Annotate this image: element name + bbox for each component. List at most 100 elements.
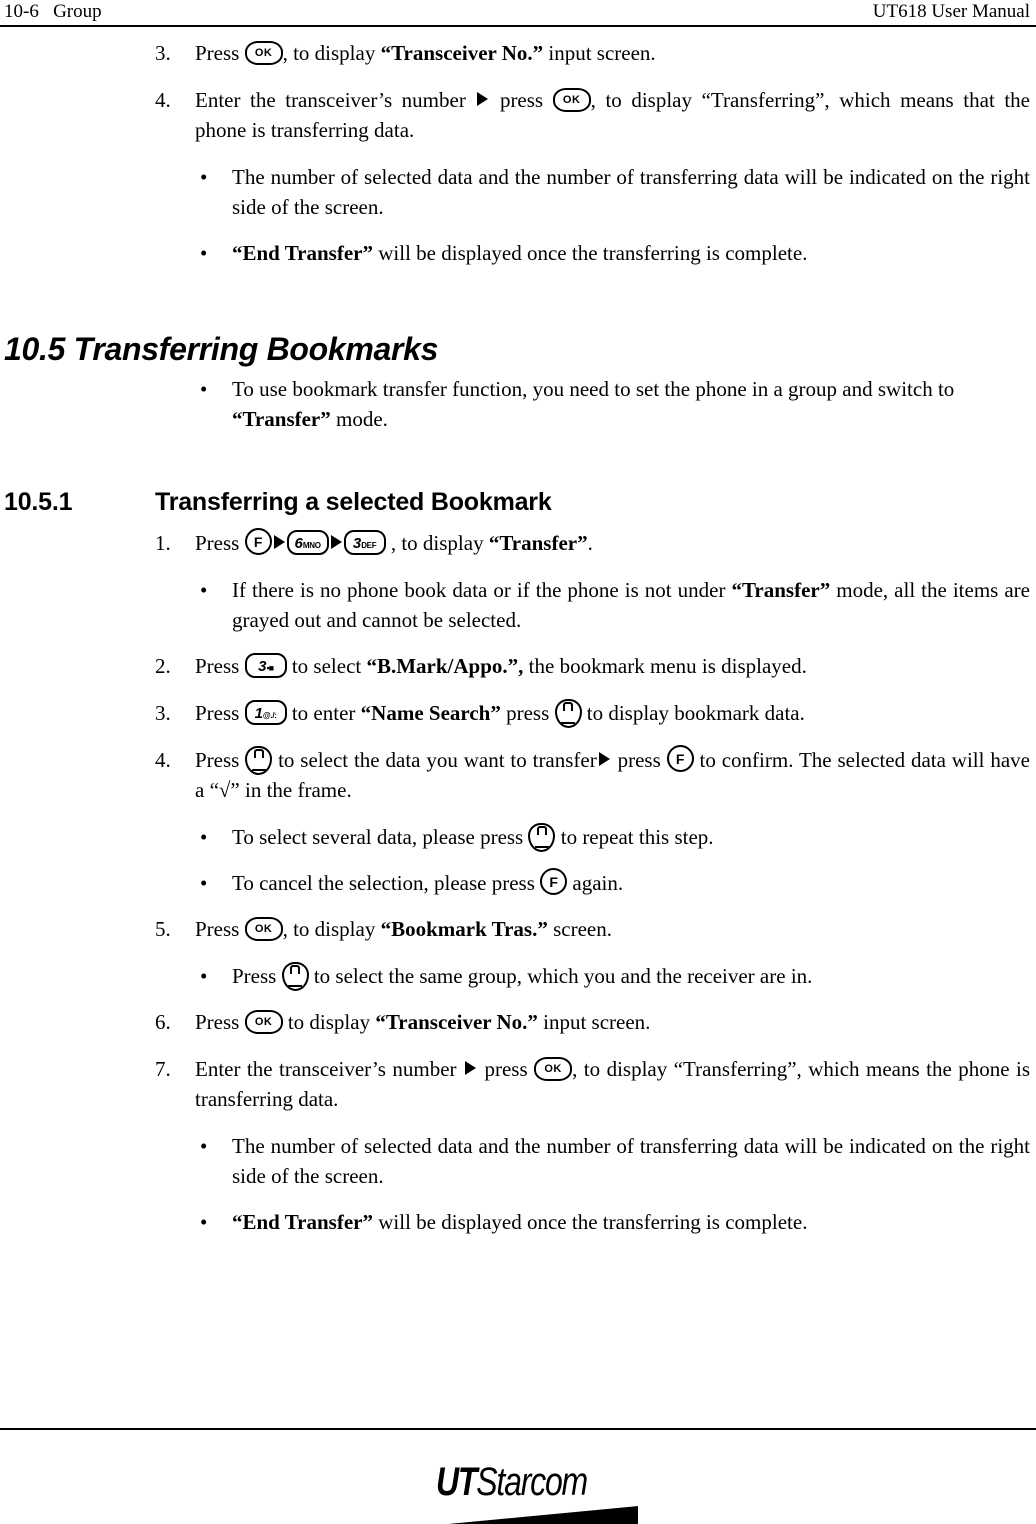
bullet-dot-icon: • [200, 1210, 208, 1234]
bullet-dot-icon: • [200, 377, 208, 401]
list-item: • “End Transfer” will be displayed once t… [0, 238, 1036, 268]
step-text-plain-2: input screen. [543, 41, 656, 65]
step-number: 3. [155, 701, 171, 725]
key-digit: 6 [294, 535, 303, 552]
step-text-pre: Press [195, 41, 245, 65]
step-text-bold: “Bookmark Tras.” [380, 917, 548, 941]
three-def-key-icon: 3DEF [343, 530, 386, 555]
key-glyph: ▪■ [266, 663, 274, 673]
step-text-bold: “Transceiver No.” [380, 41, 544, 65]
header-right-manual-title: UT618 User Manual [872, 1, 1030, 22]
step-number: 6. [155, 1010, 171, 1034]
header-left-page-section: 10-6 Group [4, 1, 102, 22]
step-text-pre: Enter the transceiver’s number [195, 88, 476, 112]
step-item: 4. Enter the transceiver’s number press O… [0, 85, 1036, 145]
page-header: 10-6 Group UT618 User Manual [0, 0, 1036, 26]
subsection-heading: 10.5.1 Transferring a selected Bookmark [0, 486, 1036, 518]
navigation-key-icon [245, 746, 273, 775]
step-text-mid: press [490, 88, 553, 112]
bullet-text: will be displayed once the transferring … [373, 241, 808, 265]
bullet-text: If there is no phone book data or if the… [232, 578, 732, 602]
bullet-dot-icon: • [200, 964, 208, 988]
step-number: 5. [155, 917, 171, 941]
list-item: • “End Transfer” will be displayed once t… [0, 1207, 1036, 1237]
step-text-pre: Press [195, 748, 246, 772]
step-number: 1. [155, 531, 171, 555]
ok-key-icon: OK [244, 41, 283, 65]
bullet-text-bold: “End Transfer” [232, 1210, 373, 1234]
bullet-text: The number of selected data and the numb… [232, 165, 1030, 219]
flow-arrow-icon [465, 1061, 476, 1075]
list-item: • The number of selected data and the num… [0, 1131, 1036, 1191]
vertical-spacer [0, 284, 1036, 330]
key-letters: DEF [361, 541, 377, 550]
bullet-dot-icon: • [200, 1134, 208, 1158]
step-text-plain-2: input screen. [537, 1010, 651, 1034]
step-text-pre: Press [195, 701, 245, 725]
step-text-mid-2: press [500, 701, 555, 725]
one-symbol-key-icon: 1@./: [244, 700, 287, 725]
subsection-number: 10.5.1 [4, 488, 73, 516]
bullet-text-2: to repeat this step. [555, 825, 714, 849]
f-key-icon: F [666, 745, 694, 772]
step-text-pre: Press [195, 654, 245, 678]
bullet-dot-icon: • [200, 871, 208, 895]
list-item: • To use bookmark transfer function, you … [0, 374, 1036, 434]
ok-key-icon: OK [552, 88, 591, 112]
step-text-plain-2: screen. [547, 917, 612, 941]
bullet-text: To use bookmark transfer function, you n… [232, 377, 955, 401]
flow-arrow-icon [477, 92, 489, 106]
bullet-text-2: mode. [330, 407, 388, 431]
step-text-pre: Enter the transceiver’s number [195, 1057, 463, 1081]
step-text-plain-2: . [587, 531, 593, 555]
bullet-dot-icon: • [200, 578, 208, 602]
step-item: 1. Press F 6MNO 3DEF , to display “Transfer… [0, 528, 1036, 558]
step-number: 3. [155, 41, 171, 65]
step-text-plain: to display [282, 1010, 376, 1034]
bullet-text: To select several data, please press [232, 825, 529, 849]
vertical-spacer [0, 450, 1036, 486]
step-text-pre: Press [195, 917, 245, 941]
list-item: • The number of selected data and the num… [0, 162, 1036, 222]
f-key-icon: F [244, 528, 272, 555]
list-item: • Press to select the same group, which y… [0, 961, 1036, 991]
key-digit: 1 [254, 705, 263, 722]
navigation-key-icon [528, 823, 556, 852]
bullet-text: Press [232, 964, 282, 988]
bullet-text: The number of selected data and the numb… [232, 1134, 1030, 1188]
logo-wedge-shape [448, 1506, 638, 1524]
step-item: 6. Press OK to display “Transceiver No.” … [0, 1007, 1036, 1037]
f-key-icon: F [540, 868, 568, 895]
list-item: • To select several data, please press to… [0, 822, 1036, 852]
key-digit: 3 [352, 535, 362, 552]
step-text-mid: to enter [286, 701, 361, 725]
bullet-text-2: to select the same group, which you and … [308, 964, 813, 988]
step-text-mid-2: press [611, 748, 667, 772]
bullet-dot-icon: • [200, 825, 208, 849]
flow-arrow-icon [330, 535, 342, 549]
step-item: 5. Press OK, to display “Bookmark Tras.” … [0, 914, 1036, 944]
bullet-text: will be displayed once the transferring … [373, 1210, 808, 1234]
logo-wordmark: UTStarcom [436, 1460, 620, 1504]
step-text-bold: “Transceiver No.” [375, 1010, 538, 1034]
document-body: 3. Press OK, to display “Transceiver No.”… [0, 38, 1036, 1253]
step-number: 4. [155, 748, 171, 772]
section-heading: 10.5 Transferring Bookmarks [4, 331, 439, 367]
step-text-bold: “Name Search” [360, 701, 501, 725]
bullet-text-2: again. [567, 871, 624, 895]
bullet-text-bold: “Transfer” [731, 578, 831, 602]
utstarcom-logo: UTStarcom [436, 1460, 666, 1524]
logo-ut-text: UT [436, 1460, 477, 1504]
ok-key-icon: OK [244, 917, 283, 941]
logo-starcom-text: Starcom [476, 1460, 588, 1504]
step-text-plain: , to display [282, 41, 381, 65]
step-text-plain: , to display [282, 917, 381, 941]
step-number: 4. [155, 88, 171, 112]
bullet-dot-icon: • [200, 165, 208, 189]
navigation-key-icon [281, 962, 309, 991]
step-number: 2. [155, 654, 171, 678]
list-item: • If there is no phone book data or if th… [0, 575, 1036, 635]
key-glyph: @./: [262, 711, 277, 720]
bullet-text: To cancel the selection, please press [232, 871, 541, 895]
step-item: 2. Press 3▪■ to select “B.Mark/Appo.”, th… [0, 651, 1036, 681]
